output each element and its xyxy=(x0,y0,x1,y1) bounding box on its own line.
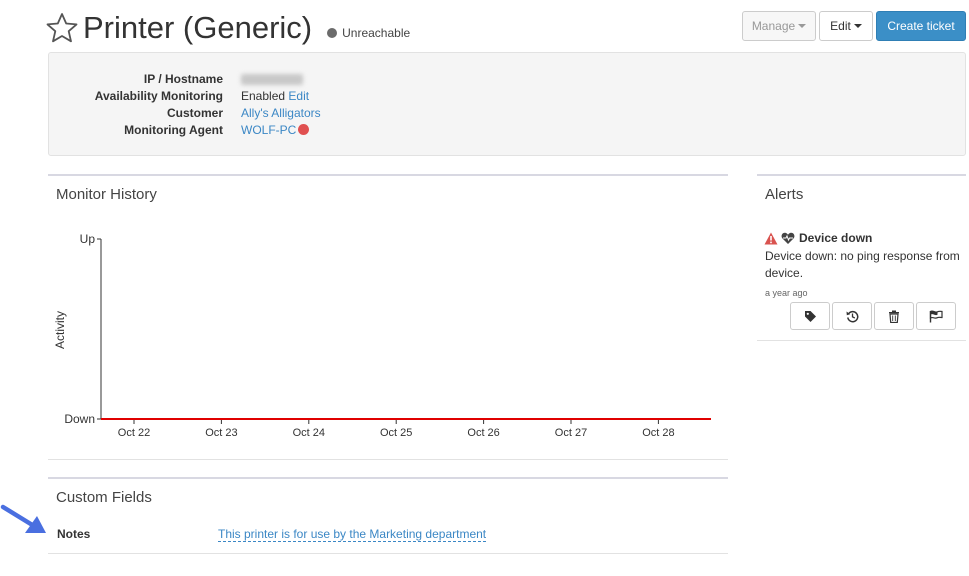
x-tick-label: Oct 22 xyxy=(118,427,150,439)
flag-alert-button[interactable] xyxy=(916,302,956,330)
agent-link[interactable]: WOLF-PC xyxy=(241,123,296,137)
info-row-availability: Availability Monitoring Enabled Edit xyxy=(49,89,965,106)
status-dot-icon xyxy=(327,28,338,38)
y-axis-label: Activity xyxy=(53,311,67,349)
info-row-ip: IP / Hostname xyxy=(49,72,965,89)
x-tick-label: Oct 26 xyxy=(467,427,499,439)
warning-icon xyxy=(764,232,778,244)
create-ticket-button[interactable]: Create ticket xyxy=(876,11,966,41)
status-indicator: Unreachable xyxy=(327,26,410,40)
tag-icon xyxy=(804,310,816,322)
availability-status: Enabled xyxy=(241,89,286,103)
x-tick-label: Oct 28 xyxy=(642,427,674,439)
create-ticket-label: Create ticket xyxy=(887,19,955,33)
alert-item-header: Device down xyxy=(764,231,872,245)
info-row-agent: Monitoring Agent WOLF-PC xyxy=(49,123,965,140)
chevron-down-icon xyxy=(853,24,862,28)
agent-offline-icon xyxy=(298,124,310,135)
edit-button[interactable]: Edit xyxy=(819,11,873,41)
manage-button[interactable]: Manage xyxy=(742,11,816,41)
x-tick-label: Oct 23 xyxy=(205,427,237,439)
customer-label: Customer xyxy=(166,106,223,120)
manage-button-label: Manage xyxy=(751,19,796,33)
page-header: Printer (Generic) Unreachable xyxy=(46,8,410,48)
ip-value-redacted xyxy=(241,72,303,86)
star-outline-icon[interactable] xyxy=(46,12,78,44)
status-text: Unreachable xyxy=(342,26,411,40)
info-row-customer: Customer Ally's Alligators xyxy=(49,106,965,123)
history-icon xyxy=(846,310,858,322)
availability-label: Availability Monitoring xyxy=(94,89,223,103)
annotation-arrow-icon xyxy=(0,504,46,533)
x-tick-label: Oct 24 xyxy=(293,427,325,439)
alert-timestamp: a year ago xyxy=(765,288,808,298)
custom-fields-panel: Custom Fields xyxy=(48,477,728,554)
alert-title[interactable]: Device down xyxy=(799,231,872,245)
y-tick-label: Down xyxy=(64,412,95,426)
x-tick-label: Oct 27 xyxy=(555,427,587,439)
customer-link[interactable]: Ally's Alligators xyxy=(241,106,321,120)
alerts-title: Alerts xyxy=(765,186,804,203)
availability-value: Enabled Edit xyxy=(241,89,309,103)
device-info-panel: IP / Hostname Availability Monitoring En… xyxy=(48,52,966,156)
edit-button-label: Edit xyxy=(830,19,851,33)
notes-value-editable[interactable]: This printer is for use by the Marketing… xyxy=(218,527,487,542)
flag-icon xyxy=(929,309,943,322)
monitor-history-chart: Activity Down Up Oct 22 Oct 23 Oct 24 Oct 25… xyxy=(53,232,711,439)
agent-label: Monitoring Agent xyxy=(124,123,223,137)
history-alert-button[interactable] xyxy=(832,302,872,330)
agent-value: WOLF-PC xyxy=(241,123,310,137)
delete-alert-button[interactable] xyxy=(874,302,914,330)
x-tick-label: Oct 25 xyxy=(380,427,412,439)
y-tick-label: Up xyxy=(80,232,96,246)
monitor-history-title: Monitor History xyxy=(56,186,157,203)
chevron-down-icon xyxy=(798,24,807,28)
notes-label: Notes xyxy=(57,527,91,541)
heartbeat-icon xyxy=(781,232,795,244)
trash-icon xyxy=(889,310,899,323)
custom-fields-title: Custom Fields xyxy=(56,489,152,506)
page-title: Printer (Generic) xyxy=(83,10,313,45)
tag-alert-button[interactable] xyxy=(790,302,830,330)
ip-label: IP / Hostname xyxy=(143,72,223,86)
alert-description: Device down: no ping response from devic… xyxy=(765,249,960,280)
availability-edit-link[interactable]: Edit xyxy=(288,89,309,103)
